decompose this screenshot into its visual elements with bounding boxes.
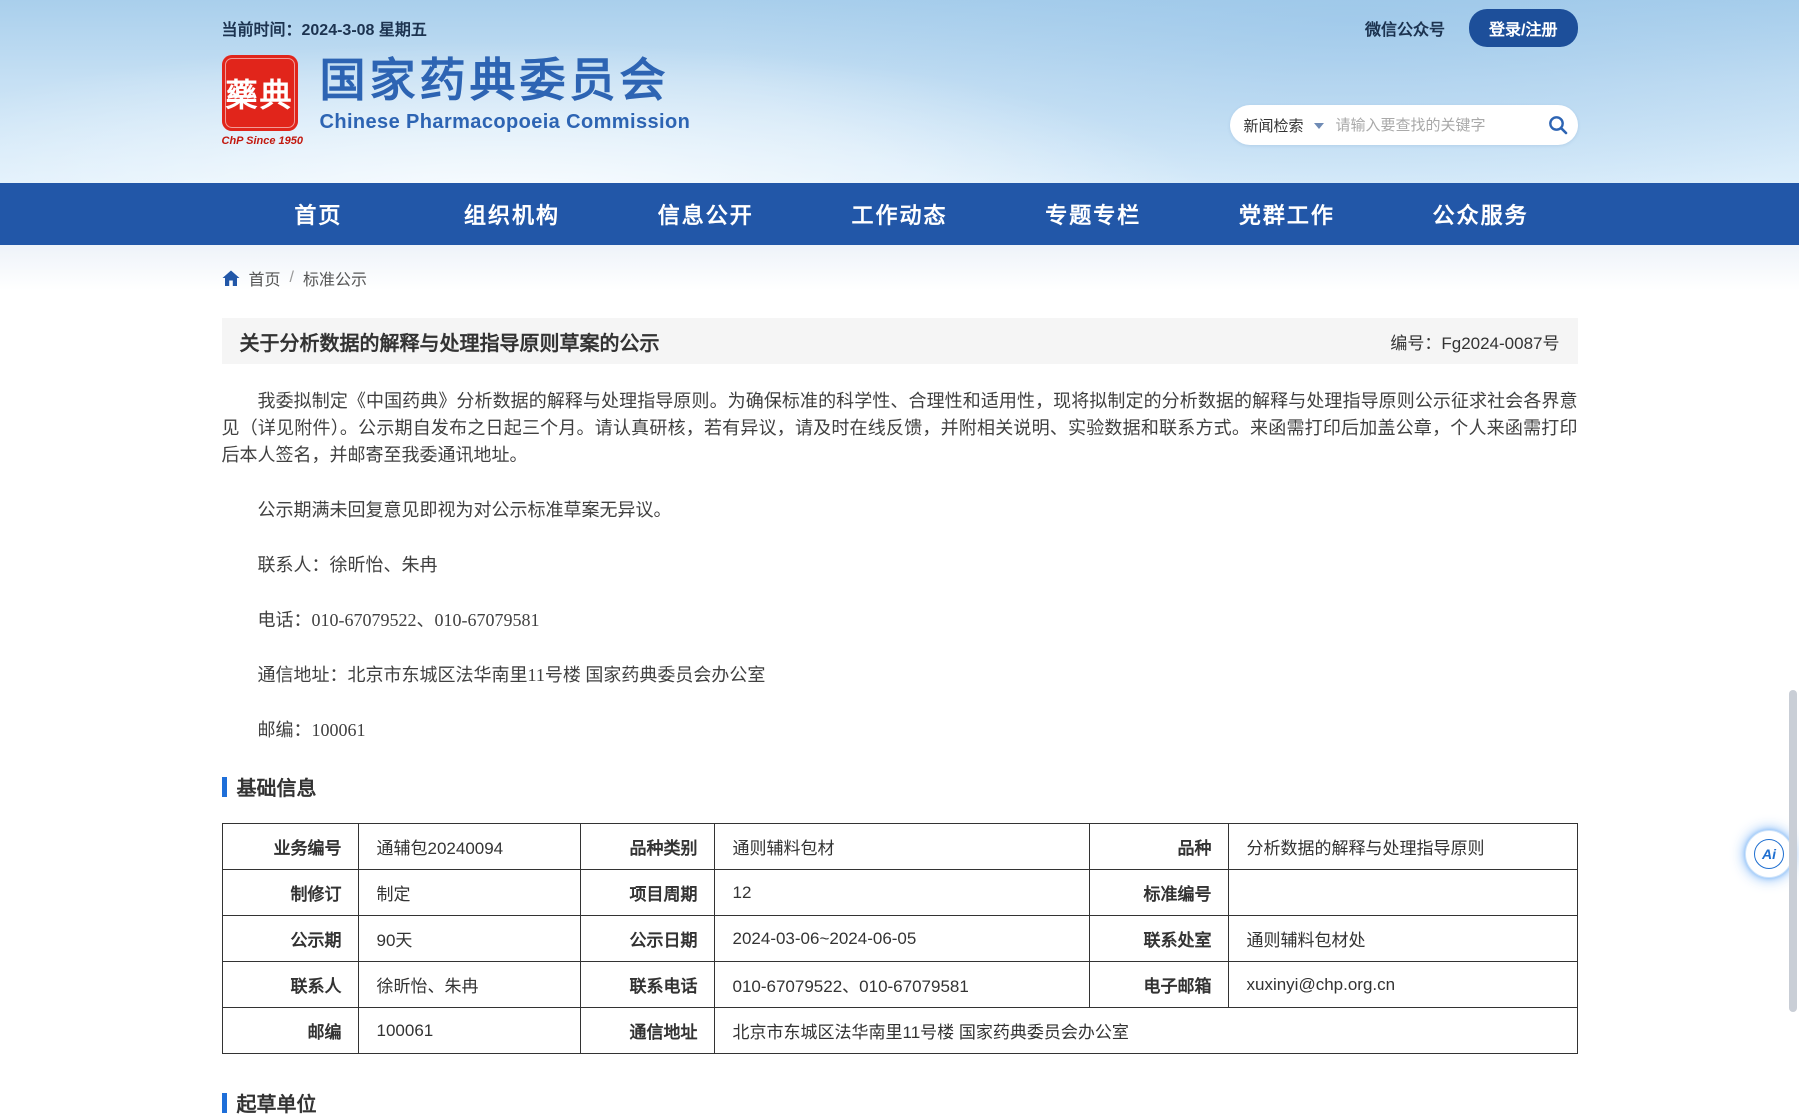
top-utility-bar: 当前时间：2024-3-08 星期五 微信公众号 登录/注册 bbox=[222, 0, 1578, 43]
search-category-select[interactable]: 新闻检索 bbox=[1244, 115, 1304, 136]
document-number: 编号：Fg2024-0087号 bbox=[1390, 329, 1559, 354]
site-logo-link[interactable]: 藥典 ChP Since 1950 国家药典委员会 Chinese Pharma… bbox=[222, 55, 691, 147]
info-value-cell: 100061 bbox=[358, 1008, 580, 1054]
basic-info-section-title: 基础信息 bbox=[237, 772, 317, 801]
nav-item-work-news[interactable]: 工作动态 bbox=[803, 183, 997, 245]
article-paragraph: 公示期满未回复意见即视为对公示标准草案无异议。 bbox=[222, 497, 1578, 524]
pharmacopoeia-seal-logo-icon: 藥典 bbox=[222, 55, 298, 131]
vertical-scrollbar-thumb[interactable] bbox=[1789, 690, 1797, 1012]
header-sky-banner: 当前时间：2024-3-08 星期五 微信公众号 登录/注册 藥典 ChP Si… bbox=[0, 0, 1799, 183]
drafting-unit-section-header: 起草单位 bbox=[222, 1088, 1578, 1117]
info-label-cell: 邮编 bbox=[222, 1008, 358, 1054]
breadcrumb-strip: 首页 / 标准公示 bbox=[0, 245, 1799, 306]
chevron-down-icon[interactable] bbox=[1314, 123, 1324, 129]
table-row: 联系人 徐昕怡、朱冉 联系电话 010-67079522、010-6707958… bbox=[222, 962, 1577, 1008]
info-value-cell: 12 bbox=[714, 870, 1089, 916]
info-value-cell: 分析数据的解释与处理指导原则 bbox=[1228, 824, 1577, 870]
info-value-cell: 90天 bbox=[358, 916, 580, 962]
table-row: 业务编号 通辅包20240094 品种类别 通则辅料包材 品种 分析数据的解释与… bbox=[222, 824, 1577, 870]
info-label-cell: 电子邮箱 bbox=[1089, 962, 1228, 1008]
breadcrumb-separator: / bbox=[290, 269, 294, 287]
info-label-cell: 联系处室 bbox=[1089, 916, 1228, 962]
article-paragraph-postcode: 邮编：100061 bbox=[222, 717, 1578, 744]
site-title: 国家药典委员会 bbox=[320, 55, 691, 105]
info-value-cell: 010-67079522、010-67079581 bbox=[714, 962, 1089, 1008]
info-label-cell: 品种类别 bbox=[580, 824, 714, 870]
basic-info-section-header: 基础信息 bbox=[222, 772, 1578, 801]
table-row: 公示期 90天 公示日期 2024-03-06~2024-06-05 联系处室 … bbox=[222, 916, 1577, 962]
info-value-cell: 通则辅料包材处 bbox=[1228, 916, 1577, 962]
section-accent-bar bbox=[222, 777, 227, 797]
search-icon bbox=[1547, 114, 1569, 136]
home-icon bbox=[222, 270, 240, 287]
basic-info-table: 业务编号 通辅包20240094 品种类别 通则辅料包材 品种 分析数据的解释与… bbox=[222, 823, 1578, 1054]
info-label-cell: 标准编号 bbox=[1089, 870, 1228, 916]
info-value-cell: 北京市东城区法华南里11号楼 国家药典委员会办公室 bbox=[714, 1008, 1577, 1054]
breadcrumb-current: 标准公示 bbox=[303, 266, 367, 290]
article-paragraph-address: 通信地址：北京市东城区法华南里11号楼 国家药典委员会办公室 bbox=[222, 662, 1578, 689]
info-label-cell: 公示期 bbox=[222, 916, 358, 962]
nav-item-special-topics[interactable]: 专题专栏 bbox=[996, 183, 1190, 245]
info-value-cell bbox=[1228, 870, 1577, 916]
nav-item-information[interactable]: 信息公开 bbox=[609, 183, 803, 245]
info-label-cell: 品种 bbox=[1089, 824, 1228, 870]
info-value-cell: 通则辅料包材 bbox=[714, 824, 1089, 870]
table-row: 制修订 制定 项目周期 12 标准编号 bbox=[222, 870, 1577, 916]
nav-item-home[interactable]: 首页 bbox=[222, 183, 416, 245]
info-label-cell: 联系电话 bbox=[580, 962, 714, 1008]
info-value-cell: 通辅包20240094 bbox=[358, 824, 580, 870]
breadcrumb: 首页 / 标准公示 bbox=[222, 245, 1578, 306]
main-content: 关于分析数据的解释与处理指导原则草案的公示 编号：Fg2024-0087号 我委… bbox=[222, 318, 1578, 1117]
article-body: 我委拟制定《中国药典》分析数据的解释与处理指导原则。为确保标准的科学性、合理性和… bbox=[222, 388, 1578, 744]
info-label-cell: 项目周期 bbox=[580, 870, 714, 916]
breadcrumb-home-link[interactable]: 首页 bbox=[249, 266, 281, 290]
current-time-label: 当前时间：2024-3-08 星期五 bbox=[222, 16, 427, 40]
info-value-cell: 2024-03-06~2024-06-05 bbox=[714, 916, 1089, 962]
table-row: 邮编 100061 通信地址 北京市东城区法华南里11号楼 国家药典委员会办公室 bbox=[222, 1008, 1577, 1054]
article-paragraph-phone: 电话：010-67079522、010-67079581 bbox=[222, 607, 1578, 634]
site-header: 藥典 ChP Since 1950 国家药典委员会 Chinese Pharma… bbox=[222, 43, 1578, 147]
info-label-cell: 联系人 bbox=[222, 962, 358, 1008]
ai-assistant-button[interactable]: Ai bbox=[1745, 830, 1793, 878]
nav-item-party-work[interactable]: 党群工作 bbox=[1190, 183, 1384, 245]
info-value-cell: 制定 bbox=[358, 870, 580, 916]
nav-item-organization[interactable]: 组织机构 bbox=[415, 183, 609, 245]
wechat-official-link[interactable]: 微信公众号 bbox=[1365, 16, 1445, 40]
main-navigation: 首页 组织机构 信息公开 工作动态 专题专栏 党群工作 公众服务 bbox=[0, 183, 1799, 245]
site-title-english: Chinese Pharmacopoeia Commission bbox=[320, 111, 691, 134]
nav-item-public-service[interactable]: 公众服务 bbox=[1384, 183, 1578, 245]
search-button[interactable] bbox=[1547, 114, 1569, 136]
logo-caption: ChP Since 1950 bbox=[222, 135, 300, 147]
info-label-cell: 通信地址 bbox=[580, 1008, 714, 1054]
info-label-cell: 制修订 bbox=[222, 870, 358, 916]
article-paragraph: 我委拟制定《中国药典》分析数据的解释与处理指导原则。为确保标准的科学性、合理性和… bbox=[222, 388, 1578, 469]
info-value-cell: xuxinyi@chp.org.cn bbox=[1228, 962, 1577, 1008]
search-input[interactable] bbox=[1334, 116, 1537, 135]
info-label-cell: 公示日期 bbox=[580, 916, 714, 962]
document-title: 关于分析数据的解释与处理指导原则草案的公示 bbox=[240, 327, 660, 356]
section-accent-bar bbox=[222, 1093, 227, 1113]
ai-icon: Ai bbox=[1754, 839, 1784, 869]
document-title-bar: 关于分析数据的解释与处理指导原则草案的公示 编号：Fg2024-0087号 bbox=[222, 318, 1578, 364]
info-label-cell: 业务编号 bbox=[222, 824, 358, 870]
login-register-button[interactable]: 登录/注册 bbox=[1469, 9, 1577, 47]
search-bar: 新闻检索 bbox=[1230, 105, 1578, 145]
info-value-cell: 徐昕怡、朱冉 bbox=[358, 962, 580, 1008]
drafting-unit-section-title: 起草单位 bbox=[237, 1088, 317, 1117]
article-paragraph-contact-person: 联系人：徐昕怡、朱冉 bbox=[222, 552, 1578, 579]
